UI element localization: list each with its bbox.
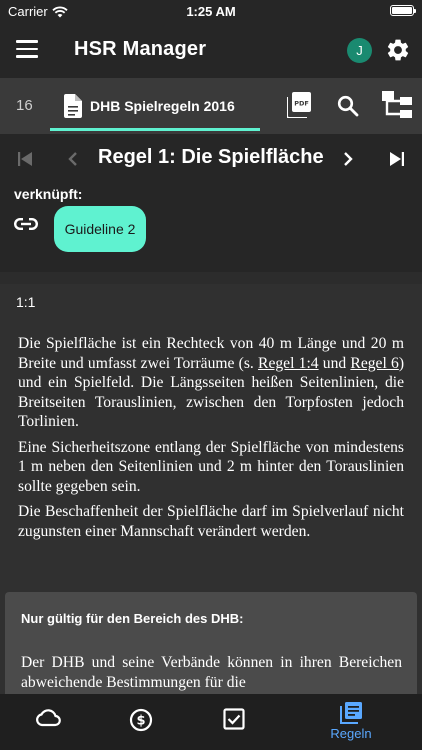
open-tabs-count[interactable]: 16	[16, 97, 33, 114]
previous-rule-icon[interactable]	[68, 152, 78, 166]
text-fragment: und	[318, 354, 351, 372]
app-title: HSR Manager	[74, 38, 207, 60]
nav-rules-label: Regeln	[330, 726, 372, 741]
clock: 1:25 AM	[186, 4, 236, 19]
rule-navigation: Regel 1: Die Spielfläche	[0, 134, 422, 184]
tree-icon[interactable]	[382, 91, 412, 119]
guideline-chip[interactable]: Guideline 2	[54, 206, 146, 252]
nav-cloud[interactable]	[12, 694, 82, 750]
rule-title: Regel 1: Die Spielfläche	[98, 146, 324, 168]
rule-content: 1:1 Die Spielfläche ist ein Rechteck von…	[0, 284, 422, 694]
battery-icon	[390, 5, 416, 16]
svg-text:PDF: PDF	[294, 100, 309, 108]
rule-link[interactable]: Regel 6	[350, 355, 398, 372]
rules-icon	[340, 702, 362, 724]
next-rule-icon[interactable]	[343, 152, 353, 166]
svg-text:$: $	[136, 714, 145, 729]
document-tab-bar: 16 DHB Spielregeln 2016 PDF	[0, 78, 422, 134]
nav-payments[interactable]: $	[106, 694, 176, 750]
paragraph: Eine Sicherheitszone entlang der Spielfl…	[18, 438, 404, 495]
paragraph: Die Beschaffenheit der Spielfläche darf …	[18, 503, 404, 540]
active-tab-indicator	[50, 128, 260, 131]
pdf-icon[interactable]: PDF	[287, 92, 311, 118]
search-icon[interactable]	[337, 95, 359, 117]
avatar[interactable]: J	[347, 38, 372, 63]
checkbox-icon	[223, 708, 245, 730]
document-tab-label: DHB Spielregeln 2016	[90, 98, 235, 114]
document-icon	[64, 94, 82, 118]
dhb-note-box: Nur gültig für den Bereich des DHB: Der …	[5, 592, 417, 694]
rule-link[interactable]: Regel 1:4	[258, 355, 319, 372]
bottom-navigation: $ Regeln	[0, 694, 422, 750]
last-rule-icon[interactable]	[390, 152, 404, 166]
note-heading: Nur gültig für den Bereich des DHB:	[21, 611, 244, 626]
nav-rules[interactable]: Regeln	[316, 694, 386, 750]
nav-tasks[interactable]	[200, 694, 270, 750]
tab-document[interactable]: DHB Spielregeln 2016	[50, 78, 260, 134]
linked-section: verknüpft: Guideline 2	[0, 184, 422, 272]
section-divider	[0, 272, 422, 284]
paragraph: Die Spielfläche ist ein Rechteck von 40 …	[18, 334, 404, 432]
menu-icon[interactable]	[16, 40, 38, 58]
rule-text: Die Spielfläche ist ein Rechteck von 40 …	[18, 334, 404, 547]
note-body: Der DHB und seine Verbände können in ihr…	[21, 654, 402, 691]
gear-icon[interactable]	[385, 37, 411, 63]
linked-heading: verknüpft:	[14, 186, 83, 202]
status-bar: Carrier 1:25 AM	[0, 0, 422, 22]
first-rule-icon[interactable]	[18, 152, 32, 166]
cloud-icon	[36, 709, 61, 727]
link-icon	[14, 218, 38, 230]
dollar-icon: $	[129, 708, 153, 732]
app-bar: HSR Manager J	[0, 22, 422, 78]
section-number: 1:1	[16, 294, 36, 310]
